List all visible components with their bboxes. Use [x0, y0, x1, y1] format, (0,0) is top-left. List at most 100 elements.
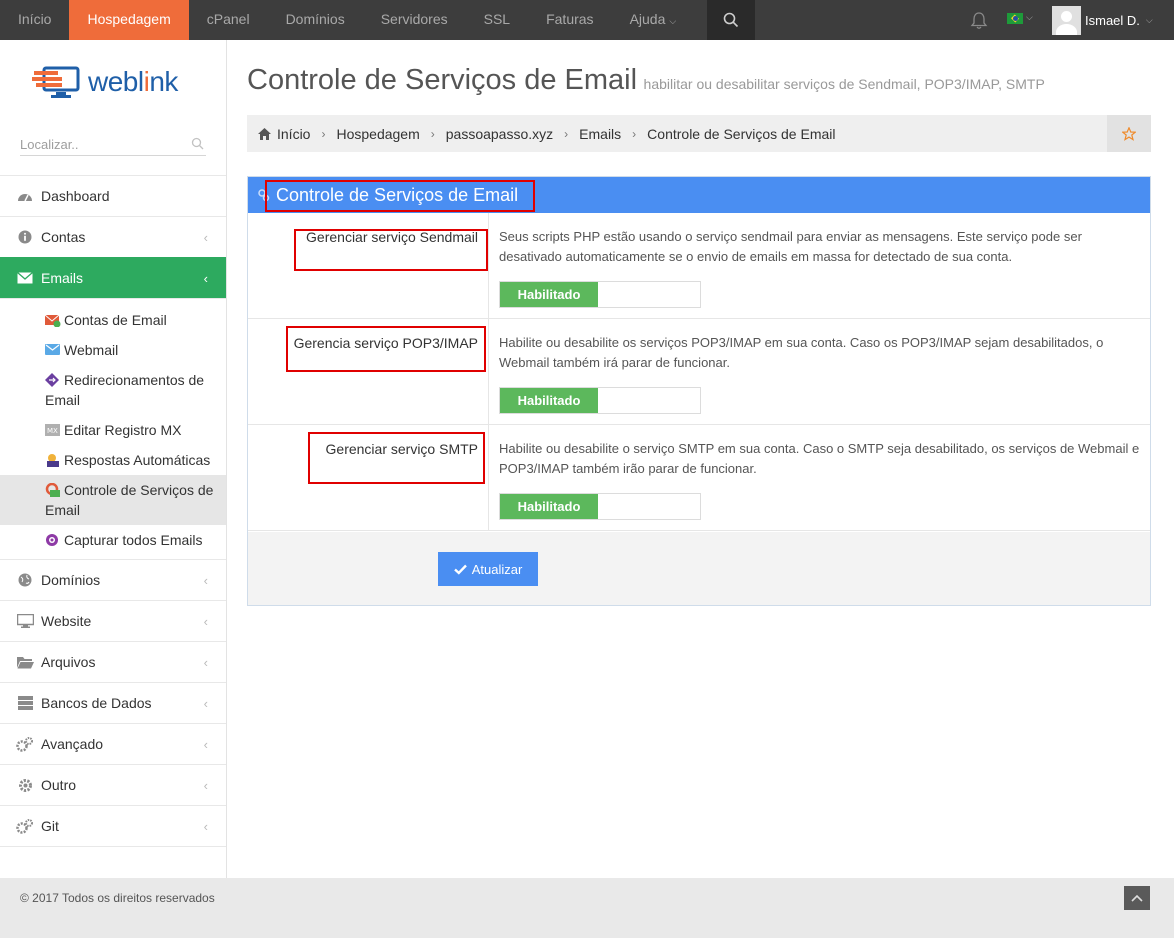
- nav-servidores[interactable]: Servidores: [363, 0, 466, 40]
- service-body: Seus scripts PHP estão usando o serviço …: [489, 213, 1150, 318]
- mx-record-icon: MX: [45, 422, 61, 436]
- cogs-icon: [16, 818, 34, 834]
- search-button[interactable]: [707, 0, 755, 40]
- copyright-text: © 2017 Todos os direitos reservados: [20, 891, 215, 905]
- nav-hospedagem[interactable]: Hospedagem: [69, 0, 189, 40]
- submenu-respostas-automaticas[interactable]: Respostas Automáticas: [0, 445, 226, 475]
- submenu-label: Capturar todos Emails: [64, 532, 203, 548]
- favorite-button[interactable]: [1107, 115, 1151, 152]
- highlight-box: [308, 432, 485, 484]
- breadcrumb-hospedagem[interactable]: Hospedagem: [336, 126, 419, 142]
- sidebar-item-dominios[interactable]: Domínios ‹: [0, 559, 226, 600]
- chevron-left-icon: ‹: [203, 230, 208, 245]
- envelope-icon: [16, 272, 34, 284]
- avatar: [1052, 5, 1081, 35]
- svg-text:MX: MX: [47, 427, 58, 435]
- submenu-label: Redirecionamentos de Email: [45, 372, 205, 408]
- breadcrumb: Início › Hospedagem › passoapasso.xyz › …: [247, 115, 1151, 152]
- chevron-down-icon: ⌵: [1026, 12, 1033, 22]
- globe-icon: [16, 573, 34, 587]
- nav-ajuda[interactable]: Ajuda ⌵: [612, 0, 695, 40]
- sidebar-item-git[interactable]: Git ‹: [0, 805, 226, 846]
- submenu-editar-registro-mx[interactable]: MX Editar Registro MX: [0, 415, 226, 445]
- chevron-left-icon: ‹: [203, 614, 208, 629]
- service-description: Habilite ou desabilite o serviço SMTP em…: [499, 441, 1140, 476]
- search-icon: [723, 12, 739, 28]
- sidebar-item-label: Emails: [41, 270, 84, 286]
- nav-ssl[interactable]: SSL: [466, 0, 528, 40]
- toggle-status: Habilitado: [500, 388, 598, 413]
- nav-faturas[interactable]: Faturas: [528, 0, 611, 40]
- sidebar-search-input[interactable]: [20, 134, 188, 154]
- service-description: Habilite ou desabilite os serviços POP3/…: [499, 335, 1104, 370]
- brazil-flag-icon[interactable]: [1007, 13, 1023, 24]
- emails-submenu: Contas de Email Webmail Redirecionamento…: [0, 298, 226, 559]
- submenu-redirecionamentos[interactable]: Redirecionamentos de Email: [0, 365, 226, 415]
- email-services-panel: Controle de Serviços de Email Gerenciar …: [247, 176, 1151, 606]
- top-navbar: Início Hospedagem cPanel Domínios Servid…: [0, 0, 1174, 40]
- sidebar-item-arquivos[interactable]: Arquivos ‹: [0, 641, 226, 682]
- service-body: Habilite ou desabilite os serviços POP3/…: [489, 319, 1150, 424]
- page-subtitle: habilitar ou desabilitar serviços de Sen…: [643, 76, 1045, 92]
- highlight-box: [294, 229, 488, 271]
- sidebar-item-label: Contas: [41, 229, 86, 245]
- sidebar-item-bancos-de-dados[interactable]: Bancos de Dados ‹: [0, 682, 226, 723]
- chevron-right-icon: ›: [321, 126, 326, 141]
- gear-icon: [16, 778, 34, 793]
- update-button-label: Atualizar: [471, 561, 523, 577]
- weblink-logo[interactable]: weblink: [32, 62, 178, 102]
- submenu-contas-de-email[interactable]: Contas de Email: [0, 305, 226, 335]
- sendmail-toggle[interactable]: Habilitado: [499, 281, 701, 308]
- breadcrumb-emails[interactable]: Emails: [579, 126, 621, 142]
- page-title: Controle de Serviços de Email habilitar …: [247, 64, 1045, 97]
- chevron-right-icon: ›: [632, 126, 637, 141]
- highlight-box: [286, 326, 486, 372]
- service-row-pop3-imap: Gerencia serviço POP3/IMAP Habilite ou d…: [248, 319, 1150, 425]
- checkmark-icon: [453, 564, 467, 575]
- chevron-left-icon: ‹: [203, 573, 208, 588]
- home-icon: [258, 127, 271, 140]
- submenu-webmail[interactable]: Webmail: [0, 335, 226, 365]
- logo-monitor-icon: [32, 66, 80, 98]
- sidebar-item-emails[interactable]: Emails ‹: [0, 257, 226, 298]
- info-icon: [16, 230, 34, 244]
- sidebar-item-label: Avançado: [41, 736, 104, 752]
- sidebar-item-label: Bancos de Dados: [41, 695, 152, 711]
- chevron-right-icon: ›: [430, 126, 435, 141]
- monitor-icon: [16, 614, 34, 628]
- sidebar-item-label: Dashboard: [41, 188, 110, 204]
- sidebar-item-outro[interactable]: Outro ‹: [0, 764, 226, 805]
- chevron-left-icon: ‹: [203, 655, 208, 670]
- submenu-label: Contas de Email: [64, 312, 167, 328]
- panel-header: Controle de Serviços de Email: [248, 177, 1150, 213]
- nav-cpanel[interactable]: cPanel: [189, 0, 268, 40]
- sidebar-item-avancado[interactable]: Avançado ‹: [0, 723, 226, 764]
- update-button[interactable]: Atualizar: [438, 552, 538, 586]
- pop3-imap-toggle[interactable]: Habilitado: [499, 387, 701, 414]
- database-icon: [16, 696, 34, 710]
- autoresponder-icon: [45, 452, 61, 467]
- sidebar-item-contas[interactable]: Contas ‹: [0, 216, 226, 257]
- toggle-status: Habilitado: [500, 494, 598, 519]
- smtp-toggle[interactable]: Habilitado: [499, 493, 701, 520]
- chevron-left-icon: ‹: [203, 778, 208, 793]
- submenu-label: Controle de Serviços de Email: [45, 482, 214, 518]
- breadcrumb-inicio[interactable]: Início: [277, 126, 310, 142]
- sidebar-item-label: Arquivos: [41, 654, 96, 670]
- search-icon[interactable]: [191, 137, 204, 150]
- sidebar-item-website[interactable]: Website ‹: [0, 600, 226, 641]
- star-icon: [1122, 126, 1136, 141]
- nav-inicio[interactable]: Início: [0, 0, 69, 40]
- submenu-capturar-todos[interactable]: Capturar todos Emails: [0, 525, 226, 555]
- submenu-controle-de-servicos[interactable]: Controle de Serviços de Email: [0, 475, 226, 525]
- bell-icon[interactable]: [970, 11, 988, 35]
- scroll-to-top-button[interactable]: [1124, 886, 1150, 910]
- sidebar-item-dashboard[interactable]: Dashboard: [0, 175, 226, 216]
- chevron-left-icon: ‹: [203, 696, 208, 711]
- breadcrumb-domain[interactable]: passoapasso.xyz: [446, 126, 553, 142]
- sidebar-item-label: Domínios: [41, 572, 101, 588]
- user-menu[interactable]: Ismael D. ⌵: [1052, 5, 1153, 35]
- cogs-icon: [16, 736, 34, 752]
- chevron-down-icon: ⌵: [1145, 14, 1153, 25]
- nav-dominios[interactable]: Domínios: [268, 0, 363, 40]
